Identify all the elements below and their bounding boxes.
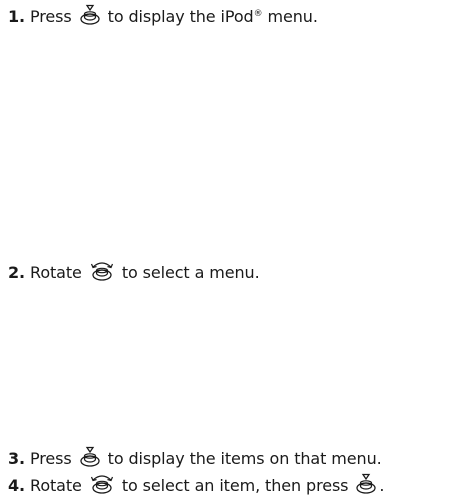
step-verb: Press (30, 7, 72, 26)
step-4: 4. Rotate to select an item, then press … (8, 473, 385, 496)
press-knob-icon (79, 446, 101, 468)
step-verb: Rotate (30, 263, 82, 282)
registered-mark: ® (253, 9, 263, 19)
step-number: 1. (8, 7, 26, 26)
step-verb: Press (30, 449, 72, 468)
rotate-knob-icon (89, 473, 115, 495)
step-number: 2. (8, 263, 26, 282)
step-2: 2. Rotate to select a menu. (8, 260, 260, 283)
step-period: . (379, 476, 385, 495)
step-number: 3. (8, 449, 26, 468)
step-text: to select a menu. (121, 263, 260, 282)
step-verb: Rotate (30, 476, 82, 495)
step-text: to display the items on that menu. (107, 449, 382, 468)
press-knob-icon (355, 473, 377, 495)
step-number: 4. (8, 476, 26, 495)
step-text: to display the iPod (107, 7, 254, 26)
step-text: to select an item, then press (121, 476, 349, 495)
rotate-knob-icon (89, 260, 115, 282)
press-knob-icon (79, 4, 101, 26)
step-1: 1. Press to display the iPod® menu. (8, 4, 318, 27)
step-text-end: menu. (267, 7, 318, 26)
step-3: 3. Press to display the items on that me… (8, 446, 382, 469)
